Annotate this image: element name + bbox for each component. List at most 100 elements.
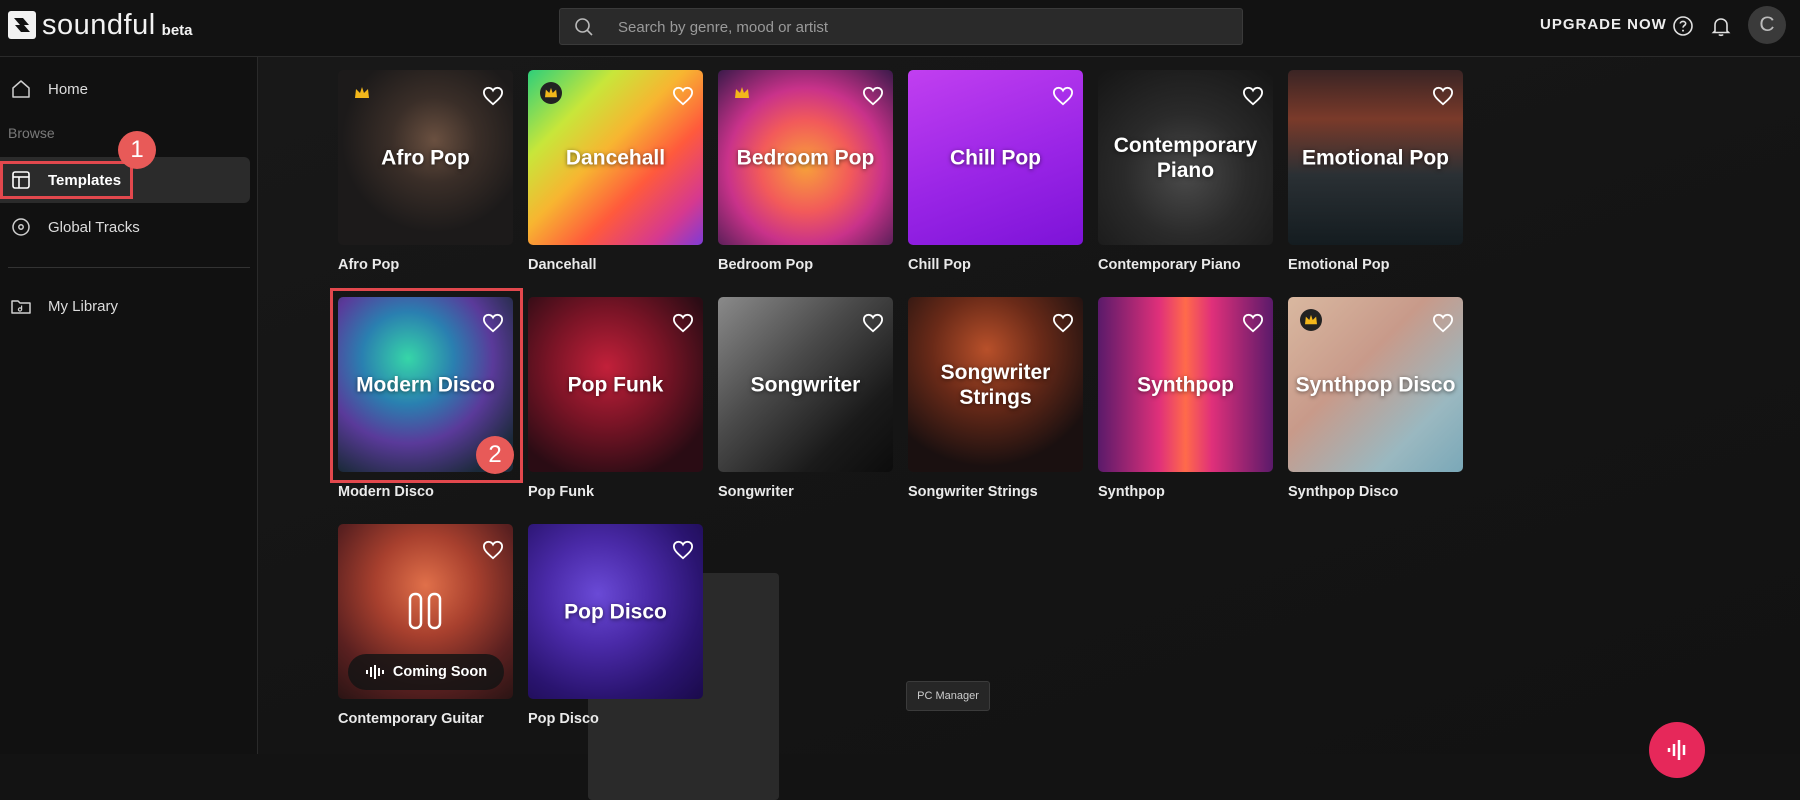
search-bar[interactable] (559, 8, 1243, 46)
pause-icon[interactable] (408, 592, 442, 630)
template-name: Contemporary Piano (1098, 257, 1241, 273)
template-name: Songwriter Strings (908, 484, 1038, 500)
sidebar-item-global-tracks[interactable]: Global Tracks (0, 204, 250, 250)
disc-icon (12, 218, 30, 236)
template-name: Chill Pop (908, 257, 971, 273)
template-card-synthpop[interactable]: Synthpop Synthpop (1098, 297, 1273, 500)
templates-grid-icon (12, 171, 30, 189)
sidebar-item-label: Global Tracks (48, 218, 140, 236)
premium-crown-icon (545, 87, 557, 98)
template-name: Songwriter (718, 484, 794, 500)
premium-crown-icon (355, 87, 369, 98)
premium-crown-badge (540, 82, 562, 104)
template-card-pop-funk[interactable]: Pop Funk Pop Funk (528, 297, 703, 500)
favorite-heart-icon[interactable] (1242, 86, 1264, 106)
favorite-heart-icon[interactable] (672, 313, 694, 333)
browse-heading: Browse (8, 125, 55, 141)
template-artwork: Pop Funk (528, 297, 703, 472)
favorite-heart-icon[interactable] (1052, 313, 1074, 333)
template-name: Synthpop (1098, 484, 1165, 500)
pc-manager-tooltip: PC Manager (906, 681, 990, 711)
create-track-fab[interactable] (1649, 722, 1705, 778)
template-card-songwriter-strings[interactable]: Songwriter Strings Songwriter Strings (908, 297, 1083, 500)
premium-crown-icon (735, 87, 749, 98)
template-card-contemporary-guitar[interactable]: Coming Soon Contemporary Guitar (338, 524, 513, 727)
template-art-title: Pop Funk (567, 373, 664, 396)
template-art-title: Pop Disco (564, 600, 667, 623)
templates-grid: Afro Pop Afro Pop Dancehall Dancehall Be… (258, 57, 1800, 800)
template-name: Pop Funk (528, 484, 595, 500)
template-name: Bedroom Pop (718, 257, 814, 273)
template-card-emotional-pop[interactable]: Emotional Pop Emotional Pop (1288, 70, 1463, 273)
template-art-title: Synthpop Disco (1295, 373, 1456, 396)
sidebar-item-label: Templates (48, 171, 122, 189)
home-icon (12, 80, 30, 98)
template-name: Contemporary Guitar (338, 711, 484, 727)
coming-soon-badge: Coming Soon (348, 654, 504, 690)
annotation-badge: 1 (118, 131, 156, 169)
template-card-pop-disco[interactable]: Pop Disco Pop Disco (528, 524, 703, 727)
favorite-heart-icon[interactable] (1432, 86, 1454, 106)
template-art-title: Contemporary Piano (1113, 133, 1258, 182)
template-artwork: Coming Soon (338, 524, 513, 699)
favorite-heart-icon[interactable] (482, 313, 504, 333)
beta-tag: beta (161, 21, 193, 39)
favorite-heart-icon[interactable] (672, 540, 694, 560)
premium-crown-icon (1305, 314, 1317, 325)
coming-soon-label: Coming Soon (392, 664, 488, 680)
favorite-heart-icon[interactable] (862, 86, 884, 106)
search-input[interactable] (616, 9, 1220, 46)
template-artwork: Songwriter (718, 297, 893, 472)
template-card-contemporary-piano[interactable]: Contemporary Piano Contemporary Piano (1098, 70, 1273, 273)
template-art-title: Dancehall (565, 146, 666, 169)
template-artwork: Dancehall (528, 70, 703, 245)
template-card-synthpop-disco[interactable]: Synthpop Disco Synthpop Disco (1288, 297, 1463, 500)
favorite-heart-icon[interactable] (1432, 313, 1454, 333)
template-artwork: Pop Disco (528, 524, 703, 699)
template-art-title: Songwriter (750, 373, 861, 396)
template-card-chill-pop[interactable]: Chill Pop Chill Pop (908, 70, 1083, 273)
sidebar-item-label: Home (48, 80, 89, 98)
sidebar-item-my-library[interactable]: My Library (0, 283, 250, 329)
template-artwork: Songwriter Strings (908, 297, 1083, 472)
waveform-icon (365, 665, 384, 679)
template-art-title: Songwriter Strings (940, 360, 1051, 409)
template-name: Modern Disco (338, 484, 434, 500)
soundful-logo-icon (8, 11, 36, 39)
search-icon (575, 18, 593, 36)
top-bar: soundful beta UPGRADE NOW C (0, 0, 1800, 57)
template-art-title: Synthpop (1137, 373, 1234, 396)
template-artwork: Contemporary Piano (1098, 70, 1273, 245)
sidebar-item-label: My Library (48, 297, 119, 315)
template-artwork: Chill Pop (908, 70, 1083, 245)
soundful-logo[interactable]: soundful beta (8, 8, 193, 42)
template-card-afro-pop[interactable]: Afro Pop Afro Pop (338, 70, 513, 273)
help-icon[interactable] (1671, 14, 1695, 38)
template-name: Pop Disco (528, 711, 599, 727)
template-name: Synthpop Disco (1288, 484, 1399, 500)
template-artwork: Synthpop (1098, 297, 1273, 472)
template-name: Afro Pop (338, 257, 400, 273)
notifications-bell-icon[interactable] (1709, 14, 1733, 38)
template-artwork: Emotional Pop (1288, 70, 1463, 245)
app-name: soundful (42, 8, 156, 41)
sidebar-item-home[interactable]: Home (0, 66, 250, 112)
favorite-heart-icon[interactable] (1242, 313, 1264, 333)
annotation-badge: 2 (476, 436, 514, 474)
template-card-songwriter[interactable]: Songwriter Songwriter (718, 297, 893, 500)
user-avatar[interactable]: C (1748, 6, 1786, 44)
favorite-heart-icon[interactable] (672, 86, 694, 106)
favorite-heart-icon[interactable] (482, 540, 504, 560)
template-card-dancehall[interactable]: Dancehall Dancehall (528, 70, 703, 273)
favorite-heart-icon[interactable] (482, 86, 504, 106)
template-name: Dancehall (528, 257, 597, 273)
template-artwork: Synthpop Disco (1288, 297, 1463, 472)
template-art-title: Modern Disco (356, 373, 495, 396)
template-artwork: Afro Pop (338, 70, 513, 245)
upgrade-now-button[interactable]: UPGRADE NOW (1540, 16, 1667, 33)
template-art-title: Emotional Pop (1302, 146, 1449, 169)
waveform-icon (1667, 740, 1686, 760)
favorite-heart-icon[interactable] (1052, 86, 1074, 106)
template-card-bedroom-pop[interactable]: Bedroom Pop Bedroom Pop (718, 70, 893, 273)
favorite-heart-icon[interactable] (862, 313, 884, 333)
